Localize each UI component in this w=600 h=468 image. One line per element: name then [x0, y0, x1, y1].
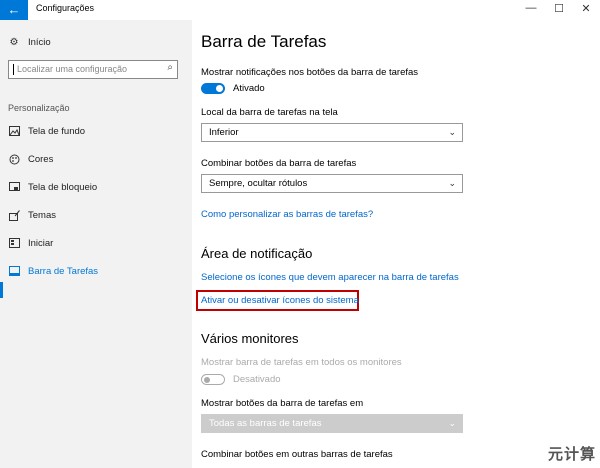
sidebar-item-label: Cores: [28, 153, 54, 165]
palette-icon: [8, 153, 20, 165]
picture-icon: [8, 125, 20, 137]
sidebar-item-tela-de-fundo[interactable]: Tela de fundo: [8, 123, 85, 139]
sidebar-item-barra-de-tarefas[interactable]: Barra de Tarefas: [8, 263, 98, 279]
main-content: Barra de Tarefas Mostrar notificações no…: [196, 20, 600, 468]
sidebar-item-label: Iniciar: [28, 237, 54, 249]
chevron-down-icon: ⌄: [448, 178, 456, 188]
chevron-down-icon: ⌄: [448, 418, 456, 428]
combine-label: Combinar botões da barra de tarefas: [201, 158, 357, 169]
arrow-left-icon: ←: [7, 2, 21, 17]
section-heading: Personalização: [8, 103, 70, 113]
multi-combine-label: Combinar botões em outras barras de tare…: [201, 449, 393, 460]
notify-label: Mostrar notificações nos botões da barra…: [201, 67, 419, 78]
sidebar-item-label: Tela de bloqueio: [28, 181, 98, 193]
sidebar-item-temas[interactable]: Temas: [8, 207, 56, 223]
sidebar-item-label: Tela de fundo: [28, 125, 86, 137]
chevron-down-icon: ⌄: [448, 127, 456, 137]
back-button[interactable]: ←: [0, 0, 28, 20]
minimize-button[interactable]: —: [521, 2, 541, 14]
sidebar-item-label: Temas: [28, 209, 56, 221]
title-bar: ← Configurações — ☐ ✕: [0, 0, 600, 20]
sidebar-item-tela-de-bloqueio[interactable]: Tela de bloqueio: [8, 179, 97, 195]
sidebar: ⚙ Início Localizar uma configuração ⌕ Pe…: [0, 20, 192, 468]
multi-show-toggle[interactable]: [201, 374, 225, 385]
sidebar-item-label: Início: [28, 36, 51, 48]
combine-dropdown[interactable]: Sempre, ocultar rótulos ⌄: [201, 174, 463, 193]
close-button[interactable]: ✕: [576, 2, 596, 15]
lock-screen-icon: [8, 181, 20, 193]
system-icons-link[interactable]: Ativar ou desativar ícones do sistema: [201, 295, 359, 306]
text-caret: [13, 64, 14, 75]
multi-buttons-label: Mostrar botões da barra de tarefas em: [201, 398, 364, 409]
watermark-logo: 元计算: [547, 446, 596, 463]
taskbar-icon: [8, 265, 20, 277]
multi-show-label: Mostrar barra de tarefas em todos os mon…: [201, 357, 402, 368]
multi-show-toggle-state: Desativado: [233, 374, 281, 385]
search-icon[interactable]: ⌕: [167, 62, 173, 73]
start-icon: [8, 237, 20, 249]
multi-buttons-dropdown[interactable]: Todas as barras de tarefas ⌄: [201, 414, 463, 433]
search-placeholder: Localizar uma configuração: [17, 64, 128, 74]
location-dropdown[interactable]: Inferior ⌄: [201, 123, 463, 142]
toggle-knob: [216, 85, 223, 92]
location-label: Local da barra de tarefas na tela: [201, 107, 338, 118]
app-title: Configurações: [36, 3, 95, 13]
search-input[interactable]: Localizar uma configuração ⌕: [8, 60, 178, 79]
sidebar-item-home[interactable]: ⚙ Início: [8, 34, 51, 50]
customize-link[interactable]: Como personalizar as barras de tarefas?: [201, 209, 373, 220]
notify-toggle-state: Ativado: [233, 83, 265, 94]
location-value: Inferior: [209, 127, 239, 138]
sidebar-item-iniciar[interactable]: Iniciar: [8, 235, 53, 251]
multi-monitor-heading: Vários monitores: [201, 331, 299, 346]
select-icons-link[interactable]: Selecione os ícones que devem aparecer n…: [201, 272, 459, 283]
brush-icon: [8, 209, 20, 221]
sidebar-item-label: Barra de Tarefas: [28, 265, 99, 277]
multi-buttons-value: Todas as barras de tarefas: [209, 418, 322, 429]
combine-value: Sempre, ocultar rótulos: [209, 178, 308, 189]
active-indicator: [0, 282, 3, 298]
notification-area-heading: Área de notificação: [201, 246, 313, 261]
gear-icon: ⚙: [9, 36, 19, 48]
sidebar-item-cores[interactable]: Cores: [8, 151, 53, 167]
maximize-button[interactable]: ☐: [549, 2, 569, 15]
page-title: Barra de Tarefas: [201, 32, 327, 51]
toggle-knob: [204, 376, 210, 383]
notify-toggle[interactable]: [201, 83, 225, 94]
